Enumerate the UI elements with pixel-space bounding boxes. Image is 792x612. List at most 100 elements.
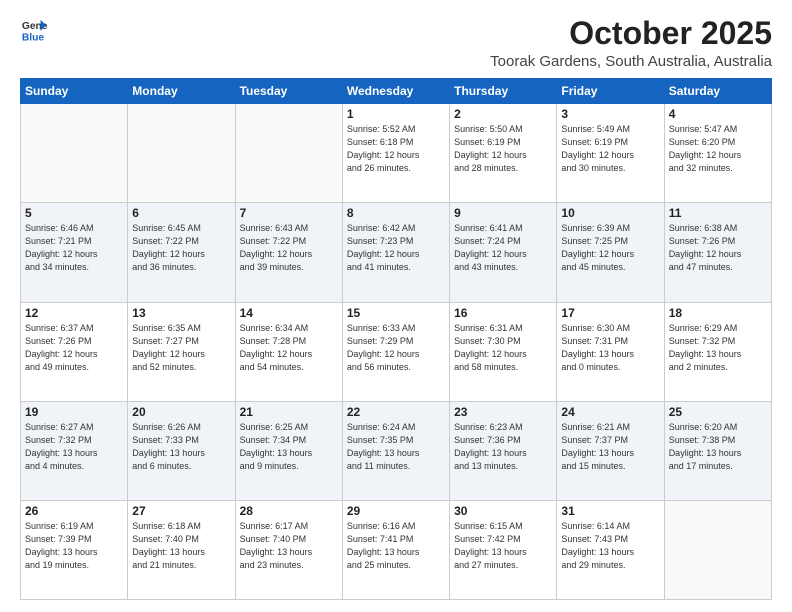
day-number: 3 [561, 107, 659, 121]
table-row: 24Sunrise: 6:21 AM Sunset: 7:37 PM Dayli… [557, 401, 664, 500]
table-row: 7Sunrise: 6:43 AM Sunset: 7:22 PM Daylig… [235, 203, 342, 302]
day-info: Sunrise: 6:39 AM Sunset: 7:25 PM Dayligh… [561, 222, 659, 274]
calendar-week-row: 19 Sunrise: 6:27 AM Sunset: 7:32 PM Dayli… [21, 401, 772, 500]
day-number: 31 [561, 504, 659, 518]
col-thursday: Thursday [450, 79, 557, 104]
table-row: 18Sunrise: 6:29 AM Sunset: 7:32 PM Dayli… [664, 302, 771, 401]
day-number: 11 [669, 206, 767, 220]
table-row: 15 Sunrise: 6:33 AM Sunset: 7:29 PM Dayli… [342, 302, 449, 401]
day-info: Sunrise: 6:15 AM Sunset: 7:42 PM Dayligh… [454, 520, 552, 572]
table-row: 29 Sunrise: 6:16 AM Sunset: 7:41 PM Dayli… [342, 500, 449, 599]
table-row: 22 Sunrise: 6:24 AM Sunset: 7:35 PM Dayli… [342, 401, 449, 500]
day-number: 28 [240, 504, 338, 518]
day-info: Sunrise: 5:52 AM Sunset: 6:18 PM Dayligh… [347, 123, 445, 175]
logo-icon: General Blue [20, 16, 48, 44]
day-info: Sunrise: 6:30 AM Sunset: 7:31 PM Dayligh… [561, 322, 659, 374]
table-row: 26Sunrise: 6:19 AM Sunset: 7:39 PM Dayli… [21, 500, 128, 599]
table-row: 8Sunrise: 6:42 AM Sunset: 7:23 PM Daylig… [342, 203, 449, 302]
table-row [664, 500, 771, 599]
table-row: 31 Sunrise: 6:14 AM Sunset: 7:43 PM Dayli… [557, 500, 664, 599]
day-number: 23 [454, 405, 552, 419]
day-info: Sunrise: 6:18 AM Sunset: 7:40 PM Dayligh… [132, 520, 230, 572]
day-info: Sunrise: 6:41 AM Sunset: 7:24 PM Dayligh… [454, 222, 552, 274]
calendar-week-row: 5Sunrise: 6:46 AM Sunset: 7:21 PM Daylig… [21, 203, 772, 302]
table-row: 10 Sunrise: 6:39 AM Sunset: 7:25 PM Dayli… [557, 203, 664, 302]
day-info: Sunrise: 6:33 AM Sunset: 7:29 PM Dayligh… [347, 322, 445, 374]
table-row: 27Sunrise: 6:18 AM Sunset: 7:40 PM Dayli… [128, 500, 235, 599]
calendar-header-row: Sunday Monday Tuesday Wednesday Thursday… [21, 79, 772, 104]
day-number: 26 [25, 504, 123, 518]
table-row: 23 Sunrise: 6:23 AM Sunset: 7:36 PM Dayli… [450, 401, 557, 500]
page: General Blue October 2025 Toorak Gardens… [0, 0, 792, 612]
month-title: October 2025 [490, 16, 772, 51]
table-row: 20Sunrise: 6:26 AM Sunset: 7:33 PM Dayli… [128, 401, 235, 500]
title-block: October 2025 Toorak Gardens, South Austr… [490, 16, 772, 70]
day-number: 1 [347, 107, 445, 121]
table-row [21, 104, 128, 203]
col-wednesday: Wednesday [342, 79, 449, 104]
day-info: Sunrise: 5:50 AM Sunset: 6:19 PM Dayligh… [454, 123, 552, 175]
calendar-week-row: 26Sunrise: 6:19 AM Sunset: 7:39 PM Dayli… [21, 500, 772, 599]
day-info: Sunrise: 5:47 AM Sunset: 6:20 PM Dayligh… [669, 123, 767, 175]
day-info: Sunrise: 6:23 AM Sunset: 7:36 PM Dayligh… [454, 421, 552, 473]
day-info: Sunrise: 5:49 AM Sunset: 6:19 PM Dayligh… [561, 123, 659, 175]
col-friday: Friday [557, 79, 664, 104]
table-row: 5Sunrise: 6:46 AM Sunset: 7:21 PM Daylig… [21, 203, 128, 302]
table-row [128, 104, 235, 203]
table-row [235, 104, 342, 203]
table-row: 2 Sunrise: 5:50 AM Sunset: 6:19 PM Daylig… [450, 104, 557, 203]
day-number: 22 [347, 405, 445, 419]
table-row: 30 Sunrise: 6:15 AM Sunset: 7:42 PM Dayli… [450, 500, 557, 599]
table-row: 14 Sunrise: 6:34 AM Sunset: 7:28 PM Dayli… [235, 302, 342, 401]
svg-text:Blue: Blue [22, 32, 45, 43]
day-info: Sunrise: 6:14 AM Sunset: 7:43 PM Dayligh… [561, 520, 659, 572]
day-number: 16 [454, 306, 552, 320]
table-row: 9Sunrise: 6:41 AM Sunset: 7:24 PM Daylig… [450, 203, 557, 302]
table-row: 13Sunrise: 6:35 AM Sunset: 7:27 PM Dayli… [128, 302, 235, 401]
day-info: Sunrise: 6:20 AM Sunset: 7:38 PM Dayligh… [669, 421, 767, 473]
table-row: 6Sunrise: 6:45 AM Sunset: 7:22 PM Daylig… [128, 203, 235, 302]
calendar-week-row: 1 Sunrise: 5:52 AM Sunset: 6:18 PM Daylig… [21, 104, 772, 203]
col-tuesday: Tuesday [235, 79, 342, 104]
day-info: Sunrise: 6:31 AM Sunset: 7:30 PM Dayligh… [454, 322, 552, 374]
table-row: 4 Sunrise: 5:47 AM Sunset: 6:20 PM Daylig… [664, 104, 771, 203]
day-number: 14 [240, 306, 338, 320]
day-info: Sunrise: 6:34 AM Sunset: 7:28 PM Dayligh… [240, 322, 338, 374]
day-number: 29 [347, 504, 445, 518]
day-info: Sunrise: 6:16 AM Sunset: 7:41 PM Dayligh… [347, 520, 445, 572]
day-info: Sunrise: 6:29 AM Sunset: 7:32 PM Dayligh… [669, 322, 767, 374]
day-number: 5 [25, 206, 123, 220]
location-title: Toorak Gardens, South Australia, Austral… [490, 53, 772, 70]
table-row: 11 Sunrise: 6:38 AM Sunset: 7:26 PM Dayli… [664, 203, 771, 302]
day-number: 12 [25, 306, 123, 320]
col-saturday: Saturday [664, 79, 771, 104]
table-row: 21Sunrise: 6:25 AM Sunset: 7:34 PM Dayli… [235, 401, 342, 500]
table-row: 3 Sunrise: 5:49 AM Sunset: 6:19 PM Daylig… [557, 104, 664, 203]
table-row: 16 Sunrise: 6:31 AM Sunset: 7:30 PM Dayli… [450, 302, 557, 401]
day-number: 30 [454, 504, 552, 518]
day-number: 19 [25, 405, 123, 419]
table-row: 28 Sunrise: 6:17 AM Sunset: 7:40 PM Dayli… [235, 500, 342, 599]
table-row: 12 Sunrise: 6:37 AM Sunset: 7:26 PM Dayli… [21, 302, 128, 401]
day-info: Sunrise: 6:38 AM Sunset: 7:26 PM Dayligh… [669, 222, 767, 274]
table-row: 1 Sunrise: 5:52 AM Sunset: 6:18 PM Daylig… [342, 104, 449, 203]
day-info: Sunrise: 6:21 AM Sunset: 7:37 PM Dayligh… [561, 421, 659, 473]
day-number: 2 [454, 107, 552, 121]
day-info: Sunrise: 6:17 AM Sunset: 7:40 PM Dayligh… [240, 520, 338, 572]
day-number: 4 [669, 107, 767, 121]
day-number: 17 [561, 306, 659, 320]
day-info: Sunrise: 6:27 AM Sunset: 7:32 PM Dayligh… [25, 421, 123, 473]
day-number: 10 [561, 206, 659, 220]
logo: General Blue [20, 16, 48, 44]
col-monday: Monday [128, 79, 235, 104]
day-number: 15 [347, 306, 445, 320]
day-number: 25 [669, 405, 767, 419]
col-sunday: Sunday [21, 79, 128, 104]
day-number: 21 [240, 405, 338, 419]
day-info: Sunrise: 6:37 AM Sunset: 7:26 PM Dayligh… [25, 322, 123, 374]
day-info: Sunrise: 6:45 AM Sunset: 7:22 PM Dayligh… [132, 222, 230, 274]
table-row: 17 Sunrise: 6:30 AM Sunset: 7:31 PM Dayli… [557, 302, 664, 401]
table-row: 25 Sunrise: 6:20 AM Sunset: 7:38 PM Dayli… [664, 401, 771, 500]
day-number: 7 [240, 206, 338, 220]
day-info: Sunrise: 6:24 AM Sunset: 7:35 PM Dayligh… [347, 421, 445, 473]
